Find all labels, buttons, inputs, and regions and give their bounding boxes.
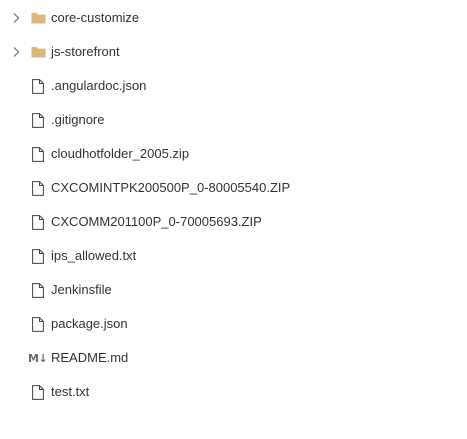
tree-item-label: .gitignore <box>51 112 105 127</box>
file-icon <box>30 316 46 332</box>
file-icon <box>30 78 46 94</box>
folder-icon <box>30 44 46 60</box>
tree-item-label: core-customize <box>51 10 140 25</box>
tree-item-package-json[interactable]: package.json <box>0 307 467 341</box>
file-icon <box>30 146 46 162</box>
tree-item-readme-md[interactable]: M↓ README.md <box>0 341 467 375</box>
tree-item-label: js-storefront <box>51 44 120 59</box>
file-explorer: core-customize js-storefront .angulardoc… <box>0 0 467 439</box>
tree-item-jenkinsfile[interactable]: Jenkinsfile <box>0 273 467 307</box>
tree-item-label: test.txt <box>51 384 90 399</box>
tree-item-angulardoc-json[interactable]: .angulardoc.json <box>0 69 467 103</box>
tree-item-label: package.json <box>51 316 128 331</box>
tree-item-cxcomm-zip[interactable]: CXCOMM201100P_0-70005693.ZIP <box>0 205 467 239</box>
tree-item-cloudhotfolder-zip[interactable]: cloudhotfolder_2005.zip <box>0 137 467 171</box>
file-icon <box>30 214 46 230</box>
tree-item-test-txt[interactable]: test.txt <box>0 375 467 409</box>
tree-item-label: README.md <box>51 350 129 365</box>
tree-item-label: ips_allowed.txt <box>51 248 137 263</box>
chevron-right-icon[interactable] <box>10 12 22 24</box>
tree-item-label: CXCOMINTPK200500P_0-80005540.ZIP <box>51 180 291 195</box>
chevron-right-icon[interactable] <box>10 46 22 58</box>
file-icon <box>30 180 46 196</box>
file-icon <box>30 384 46 400</box>
tree-item-core-customize[interactable]: core-customize <box>0 1 467 35</box>
file-icon <box>30 248 46 264</box>
markdown-icon: M↓ <box>28 351 48 365</box>
tree-item-js-storefront[interactable]: js-storefront <box>0 35 467 69</box>
file-icon <box>30 112 46 128</box>
file-icon <box>30 282 46 298</box>
tree-item-cxcomintpk-zip[interactable]: CXCOMINTPK200500P_0-80005540.ZIP <box>0 171 467 205</box>
tree-item-ips-allowed-txt[interactable]: ips_allowed.txt <box>0 239 467 273</box>
folder-icon <box>30 10 46 26</box>
tree-item-label: cloudhotfolder_2005.zip <box>51 146 190 161</box>
tree-item-label: CXCOMM201100P_0-70005693.ZIP <box>51 214 262 229</box>
tree-item-label: .angulardoc.json <box>51 78 147 93</box>
tree-item-gitignore[interactable]: .gitignore <box>0 103 467 137</box>
tree-item-label: Jenkinsfile <box>51 282 112 297</box>
